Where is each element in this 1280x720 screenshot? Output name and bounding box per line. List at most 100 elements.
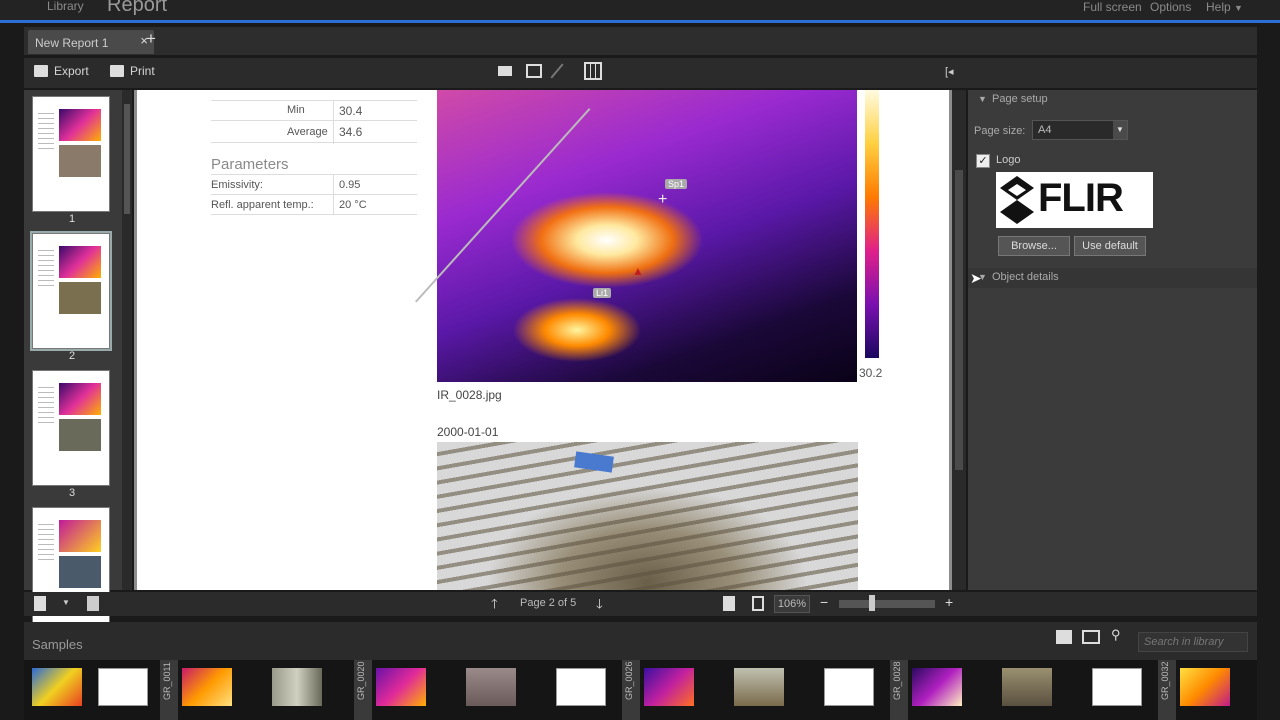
average-value: 34.6 bbox=[339, 125, 363, 139]
layout-table-icon[interactable] bbox=[526, 64, 542, 78]
page-thumbnails: 1 2 3 4 bbox=[24, 90, 132, 636]
library-image[interactable] bbox=[376, 668, 426, 706]
object-details-header[interactable]: ▼ Object details bbox=[968, 268, 1257, 288]
use-default-button[interactable]: Use default bbox=[1074, 236, 1146, 256]
import-icon[interactable] bbox=[1082, 630, 1100, 644]
group-tab[interactable]: GR_0020 bbox=[354, 660, 372, 720]
ir-filename: IR_0028.jpg bbox=[437, 388, 502, 402]
library-image[interactable] bbox=[32, 668, 82, 706]
document-scrollbar[interactable] bbox=[952, 90, 966, 590]
infrared-image[interactable] bbox=[437, 90, 857, 382]
print-button[interactable]: Print bbox=[110, 64, 155, 78]
next-page-icon[interactable]: 🡓 bbox=[596, 595, 603, 617]
page-navigation-bar: ▼ 🡑 Page 2 of 5 🡓 106% − + bbox=[24, 592, 1257, 616]
flir-logo-text: FLIR bbox=[1038, 176, 1124, 220]
zoom-in-icon[interactable]: + bbox=[945, 594, 953, 610]
group-label: GR_0032 bbox=[1160, 661, 1170, 700]
divider bbox=[333, 100, 334, 144]
emissivity-label: Emissivity: bbox=[211, 179, 263, 191]
logo-label: Logo bbox=[996, 154, 1021, 166]
logo-checkbox[interactable]: ✓ bbox=[976, 154, 990, 168]
previous-page-icon[interactable]: 🡑 bbox=[491, 595, 498, 617]
group-tab[interactable]: GR_0028 bbox=[890, 660, 908, 720]
average-label: Average bbox=[287, 126, 328, 138]
add-tab-icon[interactable]: + bbox=[146, 29, 156, 49]
page-setup-header[interactable]: ▼ Page setup bbox=[968, 90, 1257, 110]
thumbnail-scrollbar[interactable] bbox=[122, 90, 132, 590]
group-tab[interactable]: GR_0032 bbox=[1158, 660, 1176, 720]
library-image[interactable] bbox=[1002, 668, 1052, 706]
zoom-slider[interactable] bbox=[839, 600, 935, 608]
library-document[interactable] bbox=[98, 668, 148, 706]
zoom-level[interactable]: 106% bbox=[774, 595, 810, 613]
spot-label[interactable]: Sp1 bbox=[665, 179, 688, 189]
toolbar: Export Print [◂ bbox=[24, 58, 1257, 88]
min-label: Min bbox=[287, 104, 305, 116]
draw-line-icon[interactable] bbox=[550, 63, 564, 79]
visual-photo[interactable] bbox=[437, 442, 858, 590]
zoom-slider-knob[interactable] bbox=[869, 595, 875, 611]
library-image[interactable] bbox=[1180, 668, 1230, 706]
page-thumbnail[interactable]: 2 bbox=[30, 231, 112, 362]
library-image[interactable] bbox=[466, 668, 516, 706]
group-label: GR_0011 bbox=[162, 662, 172, 700]
library-image[interactable] bbox=[912, 668, 962, 706]
library-link[interactable]: Library bbox=[47, 0, 84, 13]
scroll-thumb[interactable] bbox=[955, 170, 963, 470]
layout-single-icon[interactable] bbox=[498, 66, 512, 76]
thumb-photo bbox=[59, 419, 101, 451]
library-image[interactable] bbox=[734, 668, 784, 706]
fit-width-icon[interactable] bbox=[723, 596, 735, 611]
help-link[interactable]: Help bbox=[1206, 0, 1231, 14]
scroll-thumb[interactable] bbox=[124, 104, 130, 214]
thumb-ir-image bbox=[59, 383, 101, 415]
thumb-text bbox=[38, 383, 54, 423]
thumb-ir-image bbox=[59, 520, 101, 552]
tab-new-report-1[interactable]: New Report 1 × bbox=[28, 30, 154, 54]
mouse-cursor-icon: ➤ bbox=[970, 270, 982, 286]
library-image[interactable] bbox=[182, 668, 232, 706]
add-page-icon[interactable] bbox=[34, 596, 46, 611]
page-number: 2 bbox=[68, 350, 76, 362]
page-indicator: Page 2 of 5 bbox=[520, 597, 577, 609]
browse-button[interactable]: Browse... bbox=[998, 236, 1070, 256]
full-screen-link[interactable]: Full screen bbox=[1083, 0, 1142, 14]
group-tab[interactable]: GR_0011 bbox=[160, 660, 178, 720]
library-search-input[interactable]: Search in library bbox=[1138, 632, 1248, 652]
options-link[interactable]: Options bbox=[1150, 0, 1191, 14]
chevron-down-icon[interactable]: ▼ bbox=[1234, 3, 1243, 13]
folder-icon[interactable] bbox=[1056, 630, 1072, 644]
expand-icon: ▼ bbox=[978, 94, 987, 104]
reflected-temp-label: Refl. apparent temp.: bbox=[211, 199, 314, 211]
library-document[interactable] bbox=[1092, 668, 1142, 706]
tab-bar: New Report 1 × + bbox=[24, 27, 1257, 55]
divider bbox=[211, 214, 417, 215]
fit-page-icon[interactable] bbox=[752, 596, 764, 611]
thumb-photo bbox=[59, 145, 101, 177]
page-size-select[interactable]: A4 ▼ bbox=[1032, 120, 1128, 140]
scale-min-value: 30.2 bbox=[859, 366, 883, 380]
export-button[interactable]: Export bbox=[34, 64, 89, 78]
library-document[interactable] bbox=[556, 668, 606, 706]
chevron-down-icon[interactable]: ▼ bbox=[62, 598, 70, 607]
library-image[interactable] bbox=[272, 668, 322, 706]
search-icon[interactable]: ⚲ bbox=[1111, 627, 1121, 643]
page-thumbnail[interactable]: 1 bbox=[32, 96, 110, 225]
thumb-ir-image bbox=[59, 109, 101, 141]
tape-mark bbox=[574, 451, 614, 473]
crosshair-icon[interactable]: + bbox=[658, 191, 667, 209]
delete-page-icon[interactable] bbox=[87, 596, 99, 611]
library-title: Samples bbox=[32, 637, 83, 652]
library-panel: Samples ⚲ Search in library GR_0011 GR_0… bbox=[24, 622, 1257, 720]
grid-icon[interactable] bbox=[584, 62, 602, 80]
page-thumbnail[interactable]: 3 bbox=[32, 370, 110, 499]
collapse-panel-icon[interactable]: [◂ bbox=[945, 65, 954, 78]
library-document[interactable] bbox=[824, 668, 874, 706]
page-setup-label: Page setup bbox=[992, 93, 1048, 105]
chevron-down-icon[interactable]: ▼ bbox=[1113, 121, 1127, 139]
line-label[interactable]: Li1 bbox=[593, 288, 612, 298]
library-image[interactable] bbox=[644, 668, 694, 706]
tab-label: New Report 1 bbox=[35, 36, 109, 50]
group-tab[interactable]: GR_0026 bbox=[622, 660, 640, 720]
zoom-out-icon[interactable]: − bbox=[820, 594, 828, 610]
